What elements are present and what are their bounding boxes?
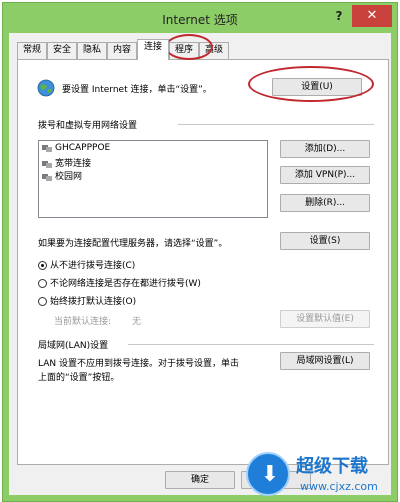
title-bar[interactable]: Internet 选项 ? ✕ xyxy=(3,3,397,33)
lan-text-line1: LAN 设置不应用到拨号连接。对于拨号设置，单击 xyxy=(38,359,239,369)
connection-name: GHCAPPPOE xyxy=(55,143,111,153)
setup-instruction: 要设置 Internet 连接，单击“设置”。 xyxy=(62,85,212,95)
globe-icon xyxy=(36,78,56,101)
annotation-circle-setup xyxy=(248,66,374,102)
radio-dial-whenever[interactable]: 不论网络连接是否存在都进行拨号(W) xyxy=(38,276,201,289)
add-vpn-button[interactable]: 添加 VPN(P)... xyxy=(280,166,370,184)
help-button[interactable]: ? xyxy=(329,7,349,25)
list-item[interactable]: 校园网 xyxy=(42,169,83,182)
tab-connections[interactable]: 连接 xyxy=(137,39,169,60)
radio-dot[interactable] xyxy=(38,297,47,306)
tab-content[interactable]: 内容 xyxy=(107,42,137,59)
radio-never-dial[interactable]: 从不进行拨号连接(C) xyxy=(38,258,136,271)
current-default-label: 当前默认连接: xyxy=(54,317,112,327)
lan-heading: 局域网(LAN)设置 xyxy=(38,341,109,351)
watermark-logo: ⬇ 超级下载 www.cjxz.com xyxy=(238,448,400,502)
dialog-client: 常规 安全 隐私 内容 连接 程序 高级 要设置 Internet 连接，单击“… xyxy=(9,33,391,495)
lan-text-line2: 上面的“设置”按钮。 xyxy=(38,373,120,383)
watermark-url: www.cjxz.com xyxy=(300,480,378,493)
list-item[interactable]: GHCAPPPOE xyxy=(42,143,110,155)
proxy-settings-button[interactable]: 设置(S) xyxy=(280,232,370,250)
radio-always-dial-default[interactable]: 始终拨打默认连接(O) xyxy=(38,294,137,307)
tab-privacy[interactable]: 隐私 xyxy=(77,42,107,59)
add-button[interactable]: 添加(D)... xyxy=(280,140,370,158)
connection-name: 校园网 xyxy=(55,172,83,182)
dialup-divider xyxy=(178,124,374,125)
radio-label: 始终拨打默认连接(O) xyxy=(50,297,137,307)
network-icon xyxy=(42,173,52,181)
network-icon xyxy=(42,160,52,168)
radio-dot[interactable] xyxy=(38,261,47,270)
lan-settings-button[interactable]: 局域网设置(L) xyxy=(280,352,370,370)
remove-button[interactable]: 删除(R)... xyxy=(280,194,370,212)
connection-name: 宽带连接 xyxy=(55,159,92,169)
dialup-heading: 拨号和虚拟专用网络设置 xyxy=(38,121,138,131)
ok-button[interactable]: 确定 xyxy=(165,471,235,489)
radio-label: 不论网络连接是否存在都进行拨号(W) xyxy=(50,279,201,289)
radio-label: 从不进行拨号连接(C) xyxy=(50,261,136,271)
current-default-value: 无 xyxy=(132,317,142,327)
list-item[interactable]: 宽带连接 xyxy=(42,156,92,169)
lan-divider xyxy=(128,344,374,345)
annotation-circle-tab xyxy=(165,34,213,60)
set-default-button[interactable]: 设置默认值(E) xyxy=(280,310,370,328)
network-icon xyxy=(42,144,52,152)
tab-security[interactable]: 安全 xyxy=(47,42,77,59)
arrow-down-icon: ⬇ xyxy=(260,462,280,487)
radio-dot[interactable] xyxy=(38,279,47,288)
connection-list[interactable]: GHCAPPPOE 宽带连接 校园网 xyxy=(38,140,268,218)
close-button[interactable]: ✕ xyxy=(352,5,392,27)
connections-panel: 要设置 Internet 连接，单击“设置”。 设置(U) 拨号和虚拟专用网络设… xyxy=(17,59,389,465)
proxy-instruction: 如果要为连接配置代理服务器，请选择“设置”。 xyxy=(38,239,228,249)
tab-general[interactable]: 常规 xyxy=(17,42,47,59)
watermark-title: 超级下载 xyxy=(296,456,368,477)
